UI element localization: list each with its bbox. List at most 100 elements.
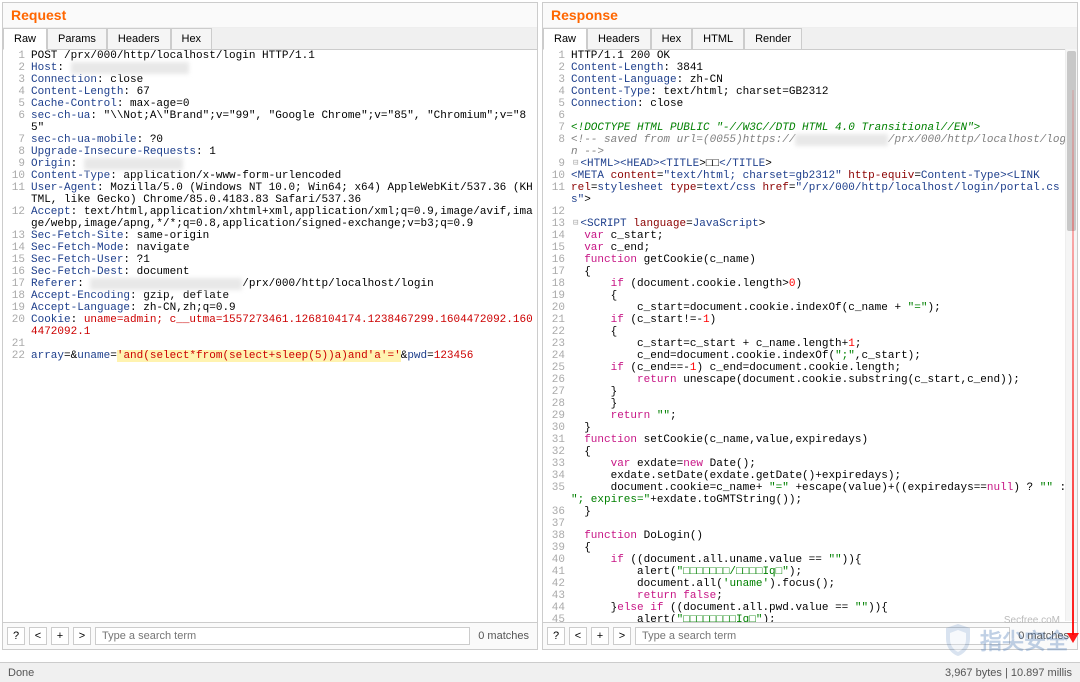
tab-hex[interactable]: Hex [171,28,213,49]
code-content: POST /prx/000/http/localhost/login HTTP/… [31,50,537,62]
code-line[interactable]: 8Upgrade-Insecure-Requests: 1 [3,146,537,158]
code-content: Sec-Fetch-Site: same-origin [31,230,537,242]
tab-headers[interactable]: Headers [107,28,171,49]
code-line[interactable]: 27 } [543,386,1077,398]
code-line[interactable]: 6 [543,110,1077,122]
code-line[interactable]: 3Content-Language: zh-CN [543,74,1077,86]
code-line[interactable]: 12Accept: text/html,application/xhtml+xm… [3,206,537,230]
code-line[interactable]: 17Referer: /prx/000/http/localhost/login [3,278,537,290]
help-icon[interactable]: ? [547,627,565,645]
code-line[interactable]: 19 { [543,290,1077,302]
code-line[interactable]: 11User-Agent: Mozilla/5.0 (Windows NT 10… [3,182,537,206]
code-line[interactable]: 25 if (c_end==-1) c_end=document.cookie.… [543,362,1077,374]
code-line[interactable]: 36 } [543,506,1077,518]
code-line[interactable]: 30 } [543,422,1077,434]
code-line[interactable]: 26 return unescape(document.cookie.subst… [543,374,1077,386]
code-line[interactable]: 21 if (c_start!=-1) [543,314,1077,326]
code-line[interactable]: 5Connection: close [543,98,1077,110]
code-line[interactable]: 16Sec-Fetch-Dest: document [3,266,537,278]
code-line[interactable]: 9⊟<HTML><HEAD><TITLE>□□</TITLE> [543,158,1077,170]
next-match-icon[interactable]: > [73,627,91,645]
tab-params[interactable]: Params [47,28,107,49]
code-line[interactable]: 15 var c_end; [543,242,1077,254]
code-line[interactable]: 7<!DOCTYPE HTML PUBLIC "-//W3C//DTD HTML… [543,122,1077,134]
code-line[interactable]: 12 [543,206,1077,218]
code-line[interactable]: 13⊟<SCRIPT language=JavaScript> [543,218,1077,230]
code-line[interactable]: 16 function getCookie(c_name) [543,254,1077,266]
code-line[interactable]: 8<!-- saved from url=(0055)https:// /prx… [543,134,1077,158]
line-number: 3 [543,74,571,86]
tab-render[interactable]: Render [744,28,802,49]
code-line[interactable]: 38 function DoLogin() [543,530,1077,542]
tab-hex[interactable]: Hex [651,28,693,49]
code-line[interactable]: 18Accept-Encoding: gzip, deflate [3,290,537,302]
code-line[interactable]: 37 [543,518,1077,530]
code-line[interactable]: 22array=&uname='and(select*from(select+s… [3,350,537,362]
code-line[interactable]: 40 if ((document.all.uname.value == ""))… [543,554,1077,566]
code-line[interactable]: 17 { [543,266,1077,278]
code-content: return ""; [571,410,1077,422]
code-line[interactable]: 10Content-Type: application/x-www-form-u… [3,170,537,182]
code-line[interactable]: 3Connection: close [3,74,537,86]
search-input[interactable] [95,627,470,645]
code-line[interactable]: 24 c_end=document.cookie.indexOf(";",c_s… [543,350,1077,362]
code-content: document.all('uname').focus(); [571,578,1077,590]
code-line[interactable]: 11rel=stylesheet type=text/css href="/pr… [543,182,1077,206]
next-match-icon[interactable]: > [613,627,631,645]
code-line[interactable]: 2Host: [3,62,537,74]
code-line[interactable]: 10<META content="text/html; charset=gb23… [543,170,1077,182]
tab-raw[interactable]: Raw [543,28,587,50]
prev-match-icon[interactable]: < [569,627,587,645]
fold-icon[interactable]: ⊟ [571,158,580,170]
code-line[interactable]: 5Cache-Control: max-age=0 [3,98,537,110]
code-line[interactable]: 9Origin: [3,158,537,170]
code-line[interactable]: 15Sec-Fetch-User: ?1 [3,254,537,266]
add-icon[interactable]: + [51,627,69,645]
tab-headers[interactable]: Headers [587,28,651,49]
code-line[interactable]: 31 function setCookie(c_name,value,expir… [543,434,1077,446]
line-number: 26 [543,374,571,386]
code-line[interactable]: 39 { [543,542,1077,554]
code-line[interactable]: 35 document.cookie=c_name+ "=" +escape(v… [543,482,1077,506]
code-content: { [571,326,1077,338]
code-line[interactable]: 14Sec-Fetch-Mode: navigate [3,242,537,254]
line-number: 30 [543,422,571,434]
tab-html[interactable]: HTML [692,28,744,49]
code-line[interactable]: 23 c_start=c_start + c_name.length+1; [543,338,1077,350]
code-line[interactable]: 41 alert("□□□□□□□/□□□□Iq□"); [543,566,1077,578]
fold-icon[interactable]: ⊟ [571,218,580,230]
help-icon[interactable]: ? [7,627,25,645]
code-line[interactable]: 19Accept-Language: zh-CN,zh;q=0.9 [3,302,537,314]
code-line[interactable]: 33 var exdate=new Date(); [543,458,1077,470]
code-line[interactable]: 4Content-Length: 67 [3,86,537,98]
code-line[interactable]: 29 return ""; [543,410,1077,422]
code-line[interactable]: 34 exdate.setDate(exdate.getDate()+expir… [543,470,1077,482]
code-line[interactable]: 44 }else if ((document.all.pwd.value == … [543,602,1077,614]
code-line[interactable]: 21 [3,338,537,350]
code-line[interactable]: 42 document.all('uname').focus(); [543,578,1077,590]
add-icon[interactable]: + [591,627,609,645]
code-line[interactable]: 43 return false; [543,590,1077,602]
line-number: 9 [543,158,571,170]
scrollbar[interactable] [1065,49,1077,621]
code-line[interactable]: 13Sec-Fetch-Site: same-origin [3,230,537,242]
code-line[interactable]: 2Content-Length: 3841 [543,62,1077,74]
code-line[interactable]: 4Content-Type: text/html; charset=GB2312 [543,86,1077,98]
code-line[interactable]: 7sec-ch-ua-mobile: ?0 [3,134,537,146]
code-line[interactable]: 1POST /prx/000/http/localhost/login HTTP… [3,50,537,62]
code-line[interactable]: 1HTTP/1.1 200 OK [543,50,1077,62]
line-number: 13 [543,218,571,230]
code-line[interactable]: 32 { [543,446,1077,458]
prev-match-icon[interactable]: < [29,627,47,645]
response-editor[interactable]: 1HTTP/1.1 200 OK2Content-Length: 38413Co… [543,50,1077,622]
code-line[interactable]: 18 if (document.cookie.length>0) [543,278,1077,290]
code-line[interactable]: 28 } [543,398,1077,410]
tab-raw[interactable]: Raw [3,28,47,50]
code-line[interactable]: 22 { [543,326,1077,338]
code-line[interactable]: 6sec-ch-ua: "\\Not;A\"Brand";v="99", "Go… [3,110,537,134]
code-line[interactable]: 14 var c_start; [543,230,1077,242]
code-line[interactable]: 45 alert("□□□□□□□□Iq□"); [543,614,1077,622]
code-line[interactable]: 20 c_start=document.cookie.indexOf(c_nam… [543,302,1077,314]
request-editor[interactable]: 1POST /prx/000/http/localhost/login HTTP… [3,50,537,622]
code-line[interactable]: 20Cookie: uname=admin; c__utma=155727346… [3,314,537,338]
